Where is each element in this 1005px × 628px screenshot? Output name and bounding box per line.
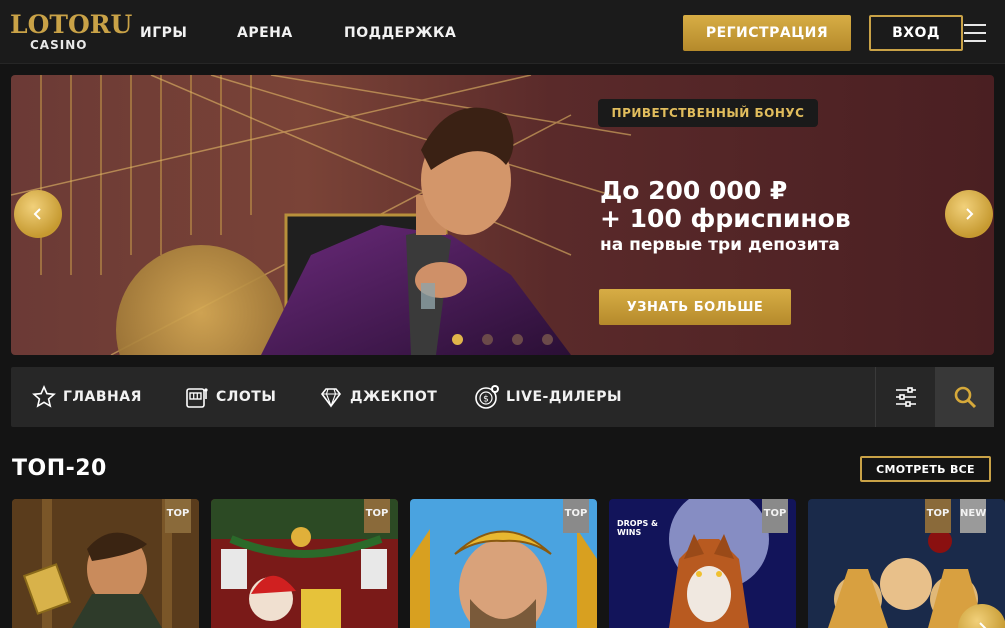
banner-next-button[interactable] (945, 190, 993, 238)
category-label: СЛОТЫ (216, 389, 277, 405)
game-card[interactable]: TOP (410, 499, 597, 628)
menu-icon[interactable] (964, 24, 986, 42)
carousel-dot[interactable] (482, 334, 493, 345)
logo-subtitle: CASINO (30, 38, 88, 52)
category-live-dealers[interactable]: $ LIVE-ДИЛЕРЫ (474, 367, 622, 427)
top-badge: TOP (925, 499, 951, 533)
category-jackpot[interactable]: ДЖЕКПОТ (318, 367, 437, 427)
top-badge: TOP (762, 499, 788, 533)
promo-condition: на первые три депозита (600, 235, 840, 255)
game-card[interactable]: TOP (12, 499, 199, 628)
welcome-bonus-badge: ПРИВЕТСТВЕННЫЙ БОНУС (598, 99, 818, 127)
section-title: ТОП-20 (12, 456, 107, 481)
chevron-right-icon (966, 208, 974, 220)
learn-more-button[interactable]: УЗНАТЬ БОЛЬШЕ (599, 289, 791, 325)
category-slots[interactable]: СЛОТЫ (184, 367, 276, 427)
drops-wins-label: DROPS & WINS (617, 519, 658, 537)
banner-prev-button[interactable] (14, 190, 62, 238)
category-home[interactable]: ГЛАВНАЯ (31, 367, 142, 427)
carousel-dot[interactable] (512, 334, 523, 345)
search-button[interactable] (935, 367, 994, 427)
nav-support[interactable]: ПОДДЕРЖКА (344, 24, 456, 42)
top-badge: TOP (364, 499, 390, 533)
carousel-dot[interactable] (542, 334, 553, 345)
logo-wordmark: LOTORU (10, 10, 133, 39)
chevron-left-icon (33, 208, 41, 220)
register-button[interactable]: РЕГИСТРАЦИЯ (683, 15, 851, 51)
category-label: ГЛАВНАЯ (63, 389, 142, 405)
promo-banner[interactable]: ПРИВЕТСТВЕННЫЙ БОНУС До 200 000 ₽ + 100 … (11, 75, 994, 355)
casino-logo[interactable]: LOTORU CASINO (10, 10, 132, 54)
site-header: LOTORU CASINO ИГРЫ АРЕНА ПОДДЕРЖКА РЕГИС… (0, 0, 1005, 64)
top-badge: TOP (165, 499, 191, 533)
nav-arena[interactable]: АРЕНА (237, 24, 293, 42)
chip-icon: $ (474, 384, 500, 410)
chevron-right-icon (979, 622, 987, 628)
category-label: LIVE-ДИЛЕРЫ (506, 389, 622, 405)
sliders-icon (895, 387, 916, 407)
svg-text:$: $ (483, 395, 489, 405)
game-card[interactable]: TOP (211, 499, 398, 628)
carousel-dot[interactable] (452, 334, 463, 345)
filter-button[interactable] (875, 367, 935, 427)
search-icon (954, 386, 976, 409)
new-badge: NEW (960, 499, 986, 533)
diamond-icon (318, 384, 344, 410)
star-icon (31, 384, 57, 410)
category-label: ДЖЕКПОТ (350, 389, 438, 405)
view-all-button[interactable]: СМОТРЕТЬ ВСЕ (860, 456, 991, 482)
login-button[interactable]: ВХОД (869, 15, 963, 51)
slot-machine-icon (184, 384, 210, 410)
category-bar: ГЛАВНАЯ СЛОТЫ ДЖЕКПОТ $ LIVE-ДИЛЕРЫ (11, 367, 994, 427)
game-card[interactable]: DROPS & WINS TOP (609, 499, 796, 628)
promo-amount: До 200 000 ₽ (600, 176, 788, 205)
top-badge: TOP (563, 499, 589, 533)
promo-freespins: + 100 фриспинов (600, 204, 851, 233)
nav-games[interactable]: ИГРЫ (140, 24, 187, 42)
